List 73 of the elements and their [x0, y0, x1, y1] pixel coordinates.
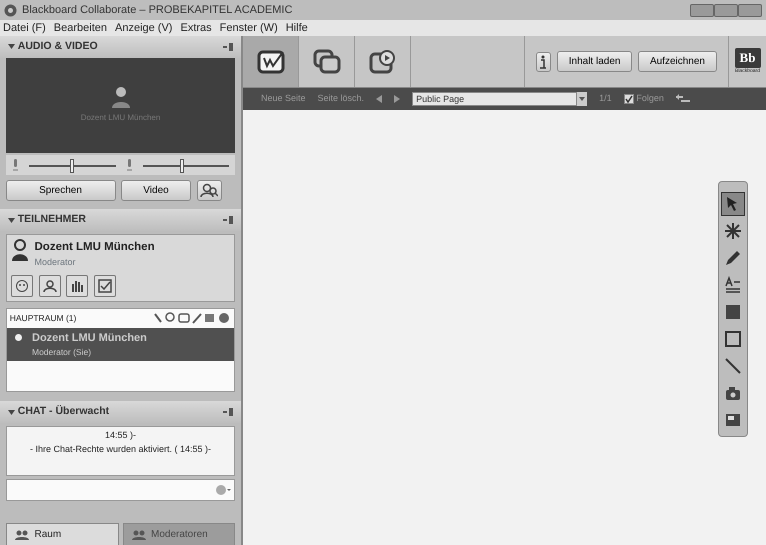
info-button[interactable] — [536, 52, 552, 72]
panel-menu-icon[interactable] — [223, 216, 233, 224]
record-button[interactable]: Aufzeichnen — [638, 51, 717, 72]
follow-label: Folgen — [636, 92, 664, 106]
panel-menu-icon[interactable] — [223, 42, 233, 51]
previous-page-icon[interactable] — [376, 95, 382, 103]
panel-title: AUDIO & VIDEO — [18, 39, 98, 54]
line-icon — [723, 356, 743, 376]
page-name-field[interactable]: Public Page — [412, 92, 578, 106]
menu-item[interactable]: Hilfe — [286, 20, 308, 36]
room-tab[interactable]: Raum — [6, 523, 118, 545]
poll-icon — [98, 279, 112, 294]
pointer-tool[interactable] — [721, 192, 745, 216]
slider-thumb[interactable] — [70, 158, 74, 173]
participant-name: Dozent LMU München — [32, 330, 147, 346]
collapse-arrow-icon[interactable] — [8, 44, 15, 50]
profile-button[interactable] — [38, 275, 60, 298]
info-icon — [539, 54, 548, 68]
talk-button[interactable]: Sprechen — [6, 180, 116, 200]
speaker-icon — [126, 158, 132, 171]
logo-badge: Bb — [734, 48, 760, 68]
participant-role: Moderator (Sie) — [32, 346, 92, 359]
people-search-icon — [200, 183, 218, 197]
room-tab[interactable]: Moderatoren — [122, 523, 235, 545]
menu-item[interactable]: Bearbeiten — [54, 20, 107, 36]
slider-thumb[interactable] — [180, 158, 184, 173]
status-button[interactable] — [11, 275, 33, 298]
text-tool-icon — [723, 275, 743, 295]
people-icon — [132, 530, 146, 540]
whiteboard-icon — [256, 48, 286, 76]
page-count: 1/1 — [599, 92, 612, 106]
status-icon — [15, 279, 29, 294]
window-title: Blackboard Collaborate – PROBEKAPITEL ACADEMIC — [22, 2, 294, 18]
pencil-icon — [723, 248, 743, 268]
chat-message: - Ihre Chat-Rechte wurden aktiviert. ( 14:55 )- — [28, 442, 212, 456]
menu-item[interactable]: Datei (F) — [3, 20, 46, 36]
panel-title: TEILNEHMER — [18, 212, 86, 228]
participant-row[interactable]: Dozent LMU München Moderator (Sie) — [7, 328, 234, 361]
whiteboard-tab[interactable] — [243, 36, 299, 87]
person-silhouette-icon — [110, 86, 130, 108]
profile-icon — [42, 279, 56, 294]
filled-square-icon — [723, 302, 743, 322]
menu-item[interactable]: Anzeige (V) — [115, 20, 172, 36]
user-name: Dozent LMU München — [34, 240, 155, 255]
menu-item[interactable]: Extras — [180, 20, 212, 36]
poll-button[interactable] — [94, 275, 116, 298]
video-caption: Dozent LMU München — [80, 112, 160, 124]
app-logo-icon — [4, 4, 17, 16]
collapse-arrow-icon[interactable] — [8, 410, 15, 415]
chat-input[interactable] — [6, 479, 235, 501]
user-role: Moderator — [34, 256, 77, 270]
microphone-icon — [12, 158, 19, 171]
load-content-button[interactable]: Inhalt laden — [556, 51, 632, 72]
maximize-button[interactable] — [714, 4, 738, 16]
starburst-icon — [723, 221, 743, 241]
close-button[interactable] — [738, 4, 762, 16]
menu-item[interactable]: Fenster (W) — [220, 20, 278, 36]
rectangle-icon — [723, 329, 743, 349]
video-button[interactable]: Video — [121, 180, 191, 200]
people-icon — [15, 530, 29, 540]
minimize-button[interactable] — [690, 4, 714, 16]
panel-menu-icon[interactable] — [223, 408, 233, 416]
emoticon-icon — [215, 484, 232, 496]
overlapping-windows-icon — [312, 48, 342, 76]
panel-title: CHAT - Überwacht — [18, 404, 110, 420]
user-icon — [11, 239, 29, 261]
collapse-arrow-icon[interactable] — [8, 218, 15, 223]
camera-settings-button[interactable] — [196, 180, 222, 200]
chat-message: 14:55 )- — [104, 429, 138, 442]
follow-checkbox[interactable] — [624, 94, 634, 104]
room-label: HAUPTRAUM (1) — [10, 312, 76, 325]
status-dot-icon — [15, 334, 22, 340]
next-page-icon[interactable] — [394, 95, 400, 103]
